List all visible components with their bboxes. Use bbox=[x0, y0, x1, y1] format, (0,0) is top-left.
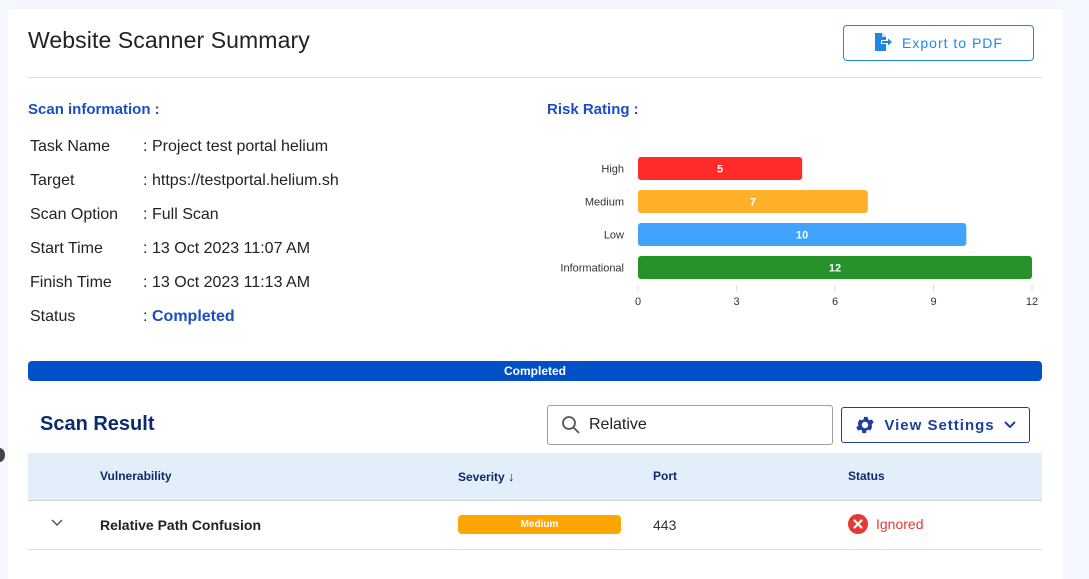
info-label: Finish Time bbox=[30, 274, 112, 291]
info-value: Full Scan bbox=[152, 206, 219, 223]
export-pdf-label: Export to PDF bbox=[902, 35, 1003, 51]
results-table-header: Vulnerability Severity ↓ Port Status bbox=[28, 453, 1042, 501]
vulnerability-name: Relative Path Confusion bbox=[100, 517, 262, 533]
gear-icon bbox=[854, 414, 876, 436]
category-label: High bbox=[601, 164, 624, 176]
severity-header-label: Severity bbox=[458, 470, 505, 484]
search-field[interactable] bbox=[547, 405, 833, 445]
x-tick-label: 3 bbox=[733, 296, 739, 308]
info-label: Start Time bbox=[30, 240, 103, 257]
table-row[interactable]: Relative Path Confusion Medium 443 Ignor… bbox=[28, 501, 1042, 550]
status-cell: Ignored bbox=[848, 514, 923, 534]
bar-value-label: 10 bbox=[796, 230, 808, 242]
category-label: Informational bbox=[560, 263, 624, 275]
view-settings-button[interactable]: View Settings bbox=[841, 407, 1030, 443]
search-input[interactable] bbox=[587, 415, 811, 435]
info-colon: : bbox=[143, 240, 148, 257]
risk-rating-chart: High 5 Medium 7 Low 10 Informational 12 0 3 6 9 12 bbox=[560, 157, 1038, 308]
info-colon: : bbox=[143, 206, 148, 223]
info-colon: : bbox=[143, 172, 148, 189]
search-icon bbox=[561, 415, 581, 435]
info-label: Status bbox=[30, 308, 76, 325]
info-label: Task Name bbox=[30, 138, 111, 155]
chevron-down-icon bbox=[1003, 420, 1017, 430]
view-settings-label: View Settings bbox=[884, 416, 995, 434]
column-header-status[interactable]: Status bbox=[848, 469, 885, 483]
risk-rating-heading: Risk Rating : bbox=[547, 101, 639, 118]
x-tick-label: 12 bbox=[1026, 296, 1038, 308]
status-value: Ignored bbox=[876, 516, 924, 532]
bar-value-label: 12 bbox=[829, 263, 841, 275]
port-value: 443 bbox=[653, 517, 677, 533]
category-label: Low bbox=[604, 230, 624, 242]
category-label: Medium bbox=[585, 197, 624, 209]
info-value: https://testportal.helium.sh bbox=[152, 172, 339, 189]
info-colon: : bbox=[143, 274, 148, 291]
scan-info-heading: Scan information : bbox=[28, 101, 160, 118]
scan-result-title: Scan Result bbox=[40, 413, 155, 435]
scan-status-value: Completed bbox=[152, 308, 235, 325]
scan-progress-bar: Completed bbox=[28, 361, 1042, 381]
close-circle-icon bbox=[848, 514, 868, 534]
progress-label: Completed bbox=[503, 364, 566, 378]
column-header-vulnerability[interactable]: Vulnerability bbox=[100, 469, 172, 483]
info-label: Scan Option bbox=[30, 206, 119, 223]
column-header-port[interactable]: Port bbox=[653, 469, 677, 483]
info-colon: : bbox=[143, 308, 148, 325]
column-header-severity[interactable]: Severity ↓ bbox=[458, 469, 515, 484]
info-label: Target bbox=[30, 172, 75, 189]
x-tick-label: 6 bbox=[832, 296, 838, 308]
info-colon: : bbox=[143, 138, 148, 155]
bar-value-label: 5 bbox=[717, 164, 723, 176]
x-tick-label: 9 bbox=[930, 296, 936, 308]
bar-value-label: 7 bbox=[750, 197, 756, 209]
side-handle[interactable] bbox=[0, 448, 5, 462]
info-value: 13 Oct 2023 11:13 AM bbox=[152, 274, 311, 291]
x-tick-label: 0 bbox=[635, 296, 641, 308]
file-export-icon bbox=[874, 32, 894, 54]
info-value: 13 Oct 2023 11:07 AM bbox=[152, 240, 311, 257]
severity-badge: Medium bbox=[458, 515, 621, 534]
header-divider bbox=[28, 77, 1042, 78]
info-value: Project test portal helium bbox=[152, 138, 329, 155]
page-title: Website Scanner Summary bbox=[28, 27, 310, 53]
sort-down-icon: ↓ bbox=[508, 469, 515, 484]
export-pdf-button[interactable]: Export to PDF bbox=[843, 25, 1034, 61]
severity-badge-label: Medium bbox=[520, 519, 559, 530]
expand-row-icon[interactable] bbox=[50, 518, 64, 528]
summary-card: Website Scanner Summary Export to PDF Sc… bbox=[8, 9, 1063, 579]
